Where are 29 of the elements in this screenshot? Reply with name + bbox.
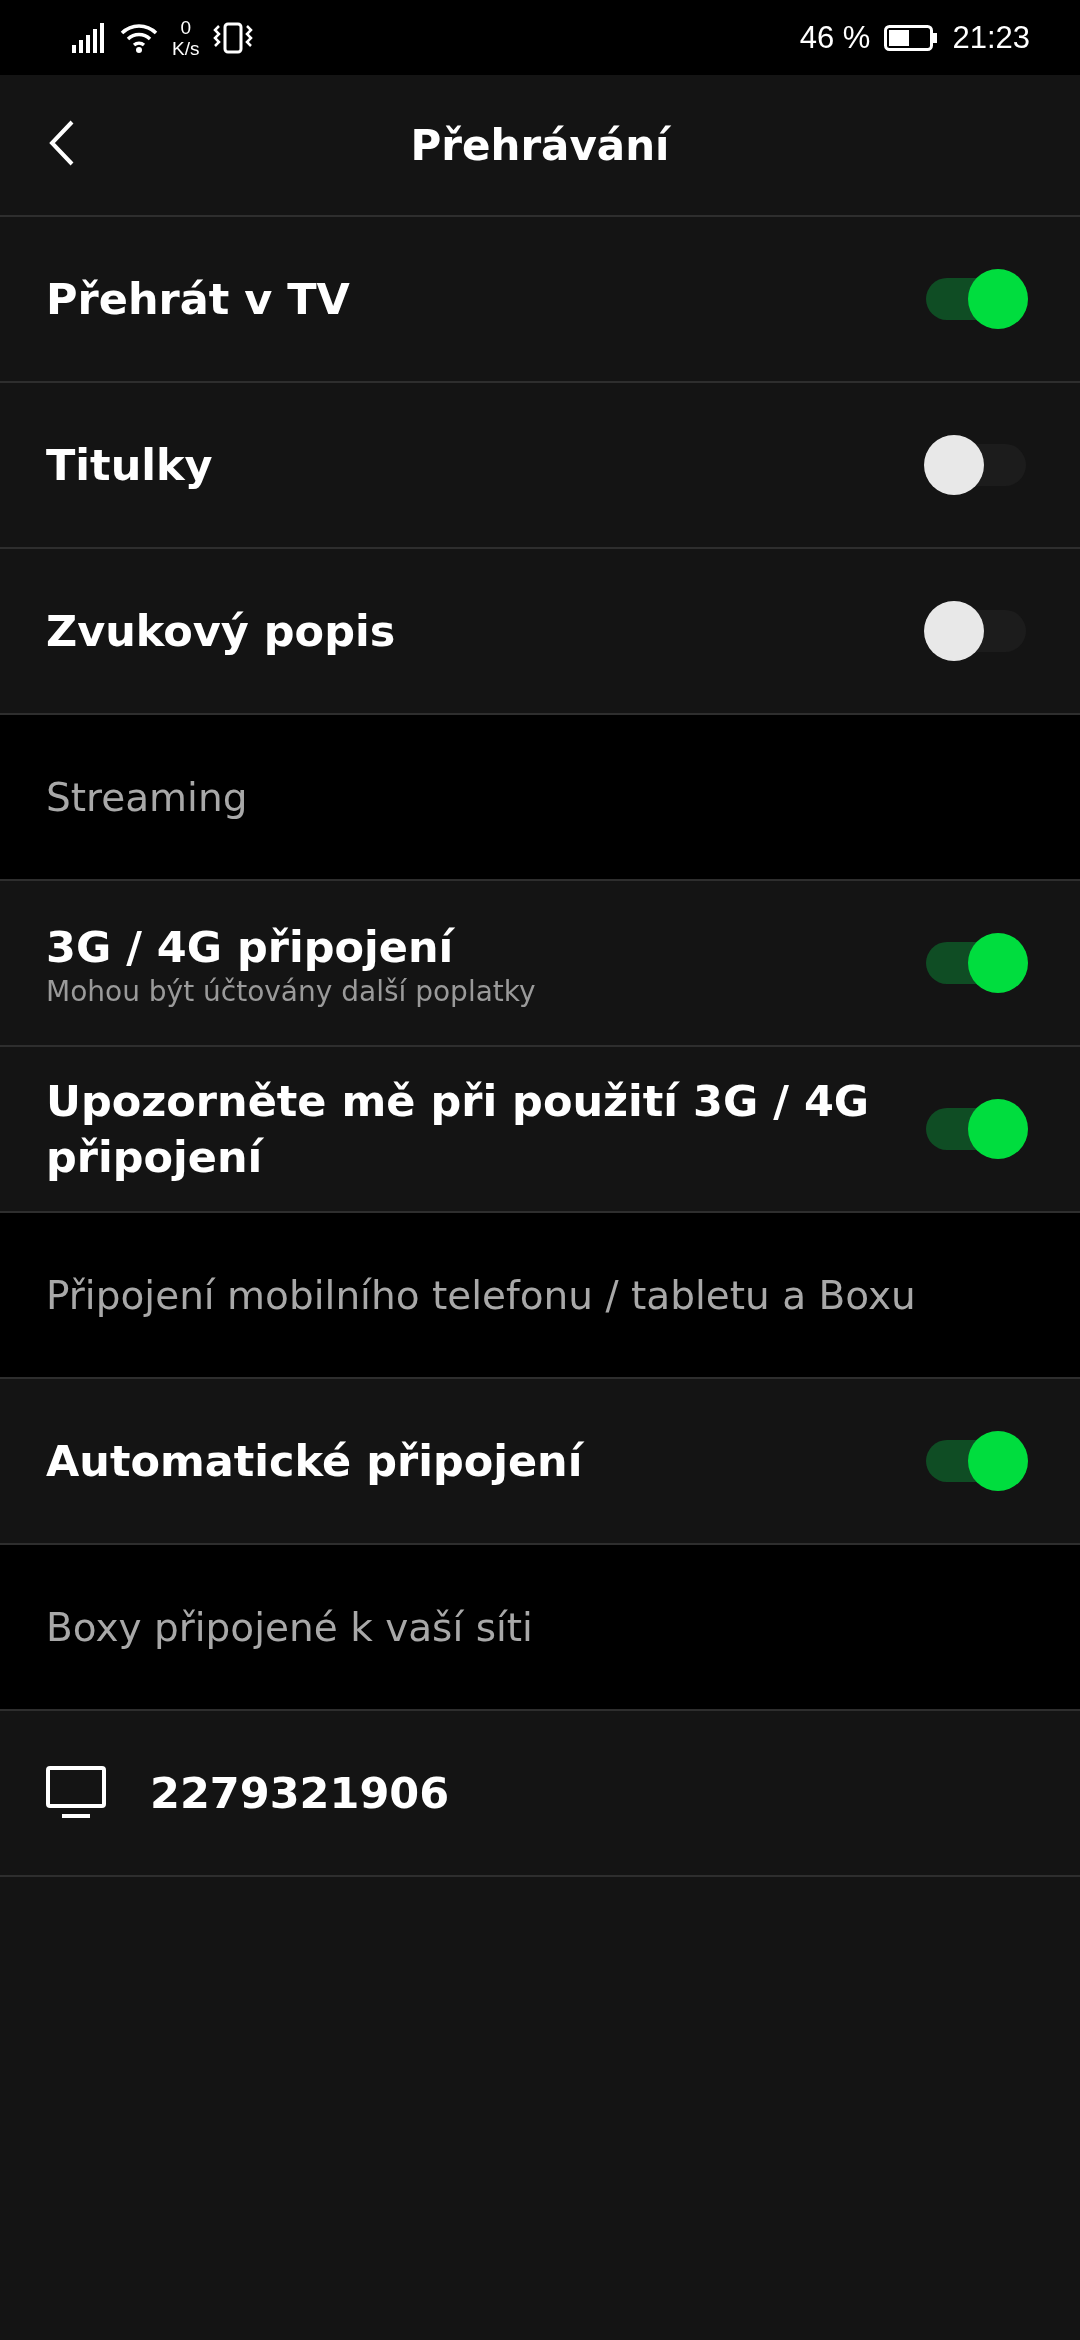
setting-label: Titulky <box>46 439 213 492</box>
setting-label: Zvukový popis <box>46 605 396 658</box>
device-list-item[interactable]: 2279321906 <box>0 1711 1080 1877</box>
clock: 21:23 <box>952 19 1030 56</box>
device-id: 2279321906 <box>150 1767 450 1820</box>
toggle-switch[interactable] <box>924 269 1028 329</box>
vibrate-icon <box>213 21 254 54</box>
toggle-switch[interactable] <box>924 1431 1028 1491</box>
back-icon <box>48 119 76 167</box>
toggle-switch[interactable] <box>924 601 1028 661</box>
setting-description: Mohou být účtovány další poplatky <box>46 974 536 1008</box>
setting-label: Přehrát v TV <box>46 273 350 326</box>
setting-label: Automatické připojení <box>46 1435 583 1488</box>
setting-label: Upozorněte mě při použití 3G / 4G připojení <box>46 1075 871 1184</box>
toggle-switch[interactable] <box>924 1099 1028 1159</box>
battery-icon <box>884 24 939 51</box>
wifi-icon <box>120 22 158 53</box>
network-speed-value: 0 <box>180 16 191 38</box>
network-speed-unit: K/s <box>172 37 200 59</box>
toggle-switch[interactable] <box>924 933 1028 993</box>
screen-title: Přehrávání <box>410 120 670 170</box>
section-header: Připojení mobilního telefonu / tabletu a Boxu <box>46 1272 916 1318</box>
tv-icon <box>46 1766 106 1820</box>
section-header: Boxy připojené k vaší síti <box>46 1604 533 1650</box>
signal-icon <box>72 22 106 53</box>
section-header: Streaming <box>46 774 248 820</box>
battery-percent: 46 % <box>799 19 871 56</box>
toggle-switch[interactable] <box>924 435 1028 495</box>
setting-label: 3G / 4G připojení <box>46 920 456 974</box>
